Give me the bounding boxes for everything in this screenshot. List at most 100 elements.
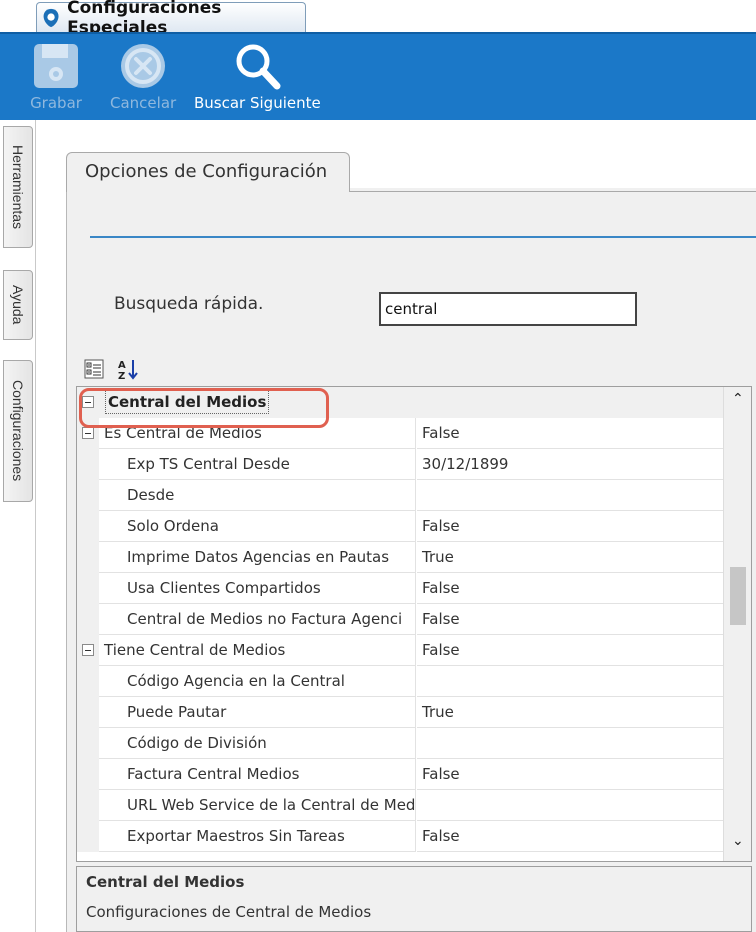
- property-name: Desde: [99, 480, 416, 511]
- row-gutter: [77, 728, 99, 759]
- property-grid: Central del Medios Es Central de Medios …: [76, 386, 752, 862]
- row-gutter: [77, 480, 99, 511]
- side-tab-label: Ayuda: [10, 285, 26, 325]
- side-tab-strip: Herramientas Ayuda Configuraciones: [0, 120, 36, 932]
- categorized-view-icon[interactable]: [82, 357, 106, 381]
- property-value[interactable]: [417, 666, 723, 697]
- property-value[interactable]: False: [417, 604, 723, 635]
- side-tab-herramientas[interactable]: Herramientas: [3, 126, 33, 248]
- tab-opciones-configuracion[interactable]: Opciones de Configuración: [66, 152, 350, 192]
- row-gutter: [77, 759, 99, 790]
- cancelar-label: Cancelar: [110, 94, 177, 112]
- category-label: Central del Medios: [105, 390, 270, 414]
- row-gutter: [77, 573, 99, 604]
- buscar-siguiente-button[interactable]: Buscar Siguiente: [194, 40, 321, 112]
- grid-row[interactable]: Usa Clientes Compartidos False: [77, 573, 723, 604]
- grid-row[interactable]: Imprime Datos Agencias en Pautas True: [77, 542, 723, 573]
- grid-row[interactable]: Desde: [77, 480, 723, 511]
- ribbon-toolbar: Grabar Cancelar Buscar Siguiente: [0, 32, 756, 120]
- grid-row[interactable]: Exp TS Central Desde 30/12/1899: [77, 449, 723, 480]
- buscar-siguiente-label: Buscar Siguiente: [194, 94, 321, 112]
- row-gutter: [77, 418, 99, 449]
- property-value[interactable]: 30/12/1899: [417, 449, 723, 480]
- property-value[interactable]: [417, 480, 723, 511]
- row-gutter: [77, 604, 99, 635]
- grid-row[interactable]: Código Agencia en la Central: [77, 666, 723, 697]
- scroll-down-icon[interactable]: ⌄: [732, 833, 744, 849]
- main-content: Opciones de Configuración Busqueda rápid…: [36, 120, 756, 932]
- collapse-toggle-icon[interactable]: [82, 396, 94, 408]
- vertical-scrollbar[interactable]: ⌃ ⌄: [723, 387, 751, 861]
- grid-row[interactable]: Puede Pautar True: [77, 697, 723, 728]
- tab-divider: [350, 191, 756, 192]
- section-separator: [90, 236, 756, 238]
- description-pane: Central del Medios Configuraciones de Ce…: [76, 866, 752, 932]
- row-gutter: [77, 635, 99, 666]
- property-value[interactable]: True: [417, 697, 723, 728]
- property-name: URL Web Service de la Central de Med: [99, 790, 416, 821]
- row-gutter: [77, 697, 99, 728]
- side-tab-label: Configuraciones: [10, 380, 26, 482]
- alphabetical-sort-icon[interactable]: A Z: [116, 357, 140, 381]
- property-name: Usa Clientes Compartidos: [99, 573, 416, 604]
- property-name: Es Central de Medios: [99, 418, 416, 449]
- window-tab-configuraciones[interactable]: Configuraciones Especiales: [36, 0, 306, 38]
- svg-text:Z: Z: [118, 371, 125, 381]
- collapse-toggle-icon[interactable]: [82, 644, 94, 656]
- side-tab-ayuda[interactable]: Ayuda: [3, 270, 33, 340]
- window-tabstrip: Configuraciones Especiales: [0, 0, 756, 38]
- property-value[interactable]: False: [417, 821, 723, 852]
- grabar-button[interactable]: Grabar: [30, 40, 82, 112]
- grid-category-row[interactable]: Central del Medios: [77, 387, 723, 418]
- property-name: Exportar Maestros Sin Tareas: [99, 821, 416, 852]
- property-name: Imprime Datos Agencias en Pautas: [99, 542, 416, 573]
- property-value[interactable]: False: [417, 418, 723, 449]
- quick-search-input[interactable]: [379, 292, 637, 326]
- property-value[interactable]: False: [417, 759, 723, 790]
- property-name: Código de División: [99, 728, 416, 759]
- property-value[interactable]: True: [417, 542, 723, 573]
- save-icon: [34, 44, 78, 88]
- row-gutter: [77, 511, 99, 542]
- scroll-thumb[interactable]: [730, 567, 746, 625]
- property-value[interactable]: False: [417, 511, 723, 542]
- grabar-label: Grabar: [30, 94, 82, 112]
- property-name: Puede Pautar: [99, 697, 416, 728]
- row-gutter: [77, 449, 99, 480]
- grid-row[interactable]: Central de Medios no Factura Agenci Fals…: [77, 604, 723, 635]
- svg-text:A: A: [118, 360, 126, 371]
- quick-search-label: Busqueda rápida.: [114, 294, 264, 314]
- property-name: Central de Medios no Factura Agenci: [99, 604, 416, 635]
- grid-row[interactable]: Es Central de Medios False: [77, 418, 723, 449]
- app-logo-icon: [43, 8, 59, 27]
- scroll-up-icon[interactable]: ⌃: [732, 391, 744, 407]
- property-name: Solo Ordena: [99, 511, 416, 542]
- property-name: Exp TS Central Desde: [99, 449, 416, 480]
- grid-row[interactable]: Solo Ordena False: [77, 511, 723, 542]
- grid-row[interactable]: Código de División: [77, 728, 723, 759]
- row-gutter: [77, 790, 99, 821]
- row-gutter: [77, 542, 99, 573]
- cancel-icon: [121, 44, 166, 88]
- property-value[interactable]: False: [417, 635, 723, 666]
- property-value[interactable]: [417, 790, 723, 821]
- property-name: Factura Central Medios: [99, 759, 416, 790]
- side-tab-label: Herramientas: [10, 144, 26, 230]
- cancelar-button[interactable]: Cancelar: [110, 40, 176, 112]
- grid-row[interactable]: Tiene Central de Medios False: [77, 635, 723, 666]
- row-gutter: [77, 821, 99, 852]
- collapse-toggle-icon[interactable]: [82, 427, 94, 439]
- property-value[interactable]: [417, 728, 723, 759]
- side-tab-configuraciones[interactable]: Configuraciones: [3, 360, 33, 502]
- property-name: Tiene Central de Medios: [99, 635, 416, 666]
- property-value[interactable]: False: [417, 573, 723, 604]
- property-name: Código Agencia en la Central: [99, 666, 416, 697]
- search-icon: [236, 44, 281, 90]
- property-grid-toolbar: A Z: [76, 354, 752, 384]
- description-title: Central del Medios: [86, 873, 245, 891]
- row-gutter: [77, 666, 99, 697]
- grid-row[interactable]: URL Web Service de la Central de Med: [77, 790, 723, 821]
- grid-row[interactable]: Factura Central Medios False: [77, 759, 723, 790]
- grid-row[interactable]: Exportar Maestros Sin Tareas False: [77, 821, 723, 852]
- description-text: Configuraciones de Central de Medios: [86, 903, 372, 921]
